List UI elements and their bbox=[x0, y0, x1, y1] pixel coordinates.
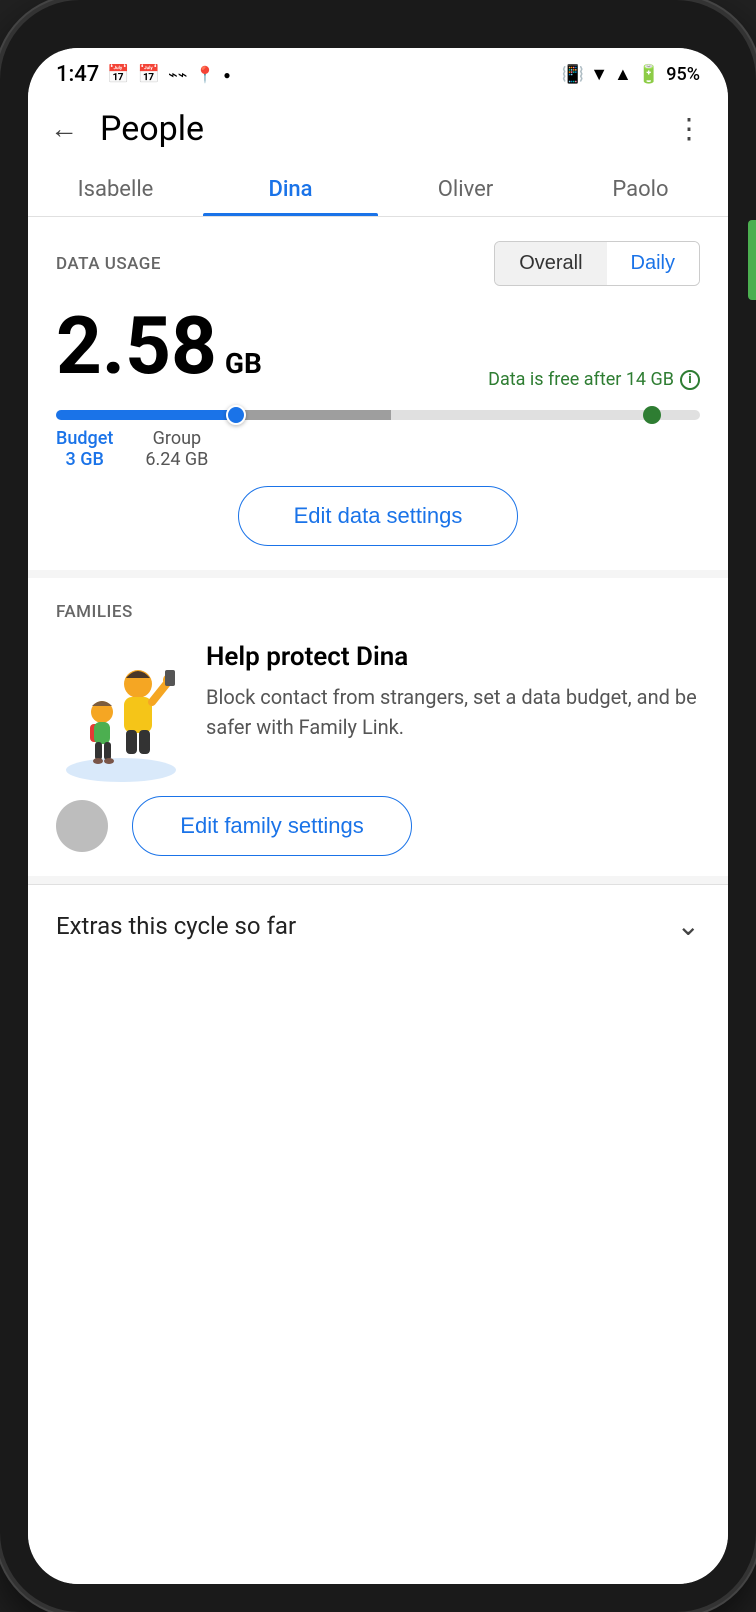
content-area: DATA USAGE Overall Daily 2.58 GB Data is… bbox=[28, 217, 728, 1584]
edit-family-settings-button[interactable]: Edit family settings bbox=[132, 796, 412, 856]
families-section: FAMILIES bbox=[28, 578, 728, 876]
toggle-overall[interactable]: Overall bbox=[495, 242, 606, 285]
families-card: Help protect Dina Block contact from str… bbox=[56, 642, 700, 772]
families-actions: Edit family settings bbox=[56, 796, 700, 856]
data-amount-display: 2.58 GB bbox=[56, 306, 262, 386]
data-usage-section: DATA USAGE Overall Daily 2.58 GB Data is… bbox=[28, 217, 728, 570]
status-bar: 1:47 📅 📅 ⌁⌁ 📍 ● 📳 ▼ ▲ 🔋 95% bbox=[28, 48, 728, 95]
info-icon[interactable]: i bbox=[680, 370, 700, 390]
toggle-daily[interactable]: Daily bbox=[607, 242, 699, 285]
family-avatar bbox=[56, 800, 108, 852]
extras-row[interactable]: Extras this cycle so far ⌄ bbox=[56, 909, 700, 942]
edit-data-settings-button[interactable]: Edit data settings bbox=[238, 486, 518, 546]
data-progress-bar: Budget 3 GB Group 6.24 GB bbox=[56, 410, 700, 470]
location-icon: 📍 bbox=[195, 65, 215, 84]
families-header: FAMILIES bbox=[56, 602, 700, 622]
tabs: Isabelle Dina Oliver Paolo bbox=[28, 159, 728, 217]
calendar-icon2: 📅 bbox=[138, 64, 160, 85]
extras-divider bbox=[28, 876, 728, 884]
battery-icon: 🔋 bbox=[638, 64, 660, 85]
families-card-description: Block contact from strangers, set a data… bbox=[206, 682, 700, 742]
tab-isabelle[interactable]: Isabelle bbox=[28, 159, 203, 216]
families-card-title: Help protect Dina bbox=[206, 642, 700, 672]
extras-title: Extras this cycle so far bbox=[56, 912, 296, 940]
progress-fill-blue bbox=[56, 410, 236, 420]
chevron-down-icon: ⌄ bbox=[677, 909, 700, 942]
data-toggle-group: Overall Daily bbox=[494, 241, 700, 286]
dot-icon: ● bbox=[223, 68, 230, 82]
budget-label: Budget 3 GB bbox=[56, 428, 113, 470]
extras-section: Extras this cycle so far ⌄ bbox=[28, 884, 728, 966]
tab-paolo[interactable]: Paolo bbox=[553, 159, 728, 216]
back-button[interactable]: ← bbox=[44, 109, 84, 149]
data-free-note: Data is free after 14 GB i bbox=[488, 369, 700, 394]
calendar-icon: 📅 bbox=[107, 64, 129, 85]
more-menu-button[interactable]: ⋮ bbox=[675, 115, 704, 143]
top-bar: ← People ⋮ bbox=[28, 95, 728, 159]
battery-percent: 95% bbox=[666, 64, 700, 85]
data-number: 2.58 bbox=[56, 306, 217, 386]
tab-oliver[interactable]: Oliver bbox=[378, 159, 553, 216]
data-usage-label: DATA USAGE bbox=[56, 254, 161, 274]
progress-dot-green bbox=[643, 406, 661, 424]
progress-fill-gray bbox=[236, 410, 391, 420]
accent-bar bbox=[748, 220, 756, 300]
section-divider bbox=[28, 570, 728, 578]
group-label: Group 6.24 GB bbox=[145, 428, 208, 470]
status-time: 1:47 bbox=[56, 62, 99, 87]
data-unit: GB bbox=[225, 347, 262, 380]
families-label: FAMILIES bbox=[56, 602, 133, 622]
page-title: People bbox=[100, 109, 204, 149]
families-text: Help protect Dina Block contact from str… bbox=[206, 642, 700, 742]
tab-dina[interactable]: Dina bbox=[203, 159, 378, 216]
progress-thumb[interactable] bbox=[226, 405, 246, 425]
vibrate-icon: 📳 bbox=[562, 64, 584, 85]
families-illustration bbox=[56, 642, 186, 772]
voicemail-icon: ⌁⌁ bbox=[168, 65, 187, 84]
signal-icon: ▲ bbox=[614, 64, 632, 85]
wifi-icon: ▼ bbox=[590, 64, 608, 85]
